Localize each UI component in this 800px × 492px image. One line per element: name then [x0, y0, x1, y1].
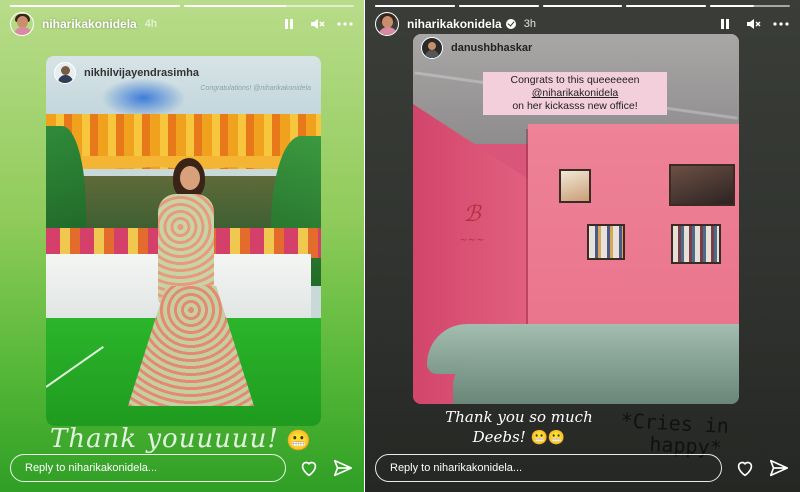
mute-icon[interactable] [744, 15, 762, 33]
shared-post-username[interactable]: danushbhaskar [451, 42, 532, 54]
story-caption: Thank you so much Deebs! 😬😬 [429, 407, 609, 448]
note-line-1: Congrats to this queeeeeen [510, 74, 640, 86]
caption-line-2: Deebs! 😬😬 [472, 428, 566, 446]
pause-icon[interactable] [280, 15, 298, 33]
caption-emoji: 😬 [286, 430, 311, 452]
shared-post-note: Congrats to this queeeeeen @niharikakoni… [483, 72, 667, 115]
username[interactable]: niharikakonidela [42, 17, 137, 31]
story-footer: Reply to niharikakonidela... [10, 453, 354, 483]
timestamp: 3h [523, 18, 536, 30]
note-line-3: on her kickasss new office! [512, 100, 638, 112]
wall-frame [671, 224, 721, 264]
avatar[interactable] [375, 12, 399, 36]
story-header: niharikakonidela 4h [10, 12, 354, 36]
more-icon[interactable] [772, 15, 790, 33]
send-icon[interactable] [768, 457, 790, 479]
shared-post[interactable]: nikhilvijayendrasimha Congratulations! @… [46, 56, 321, 426]
story-right[interactable]: niharikakonidela 3h ℬ ~~~ danushbhaskar … [365, 0, 800, 492]
heart-icon[interactable] [734, 457, 756, 479]
pause-icon[interactable] [716, 15, 734, 33]
story-caption: Thank youuuuu! [50, 424, 279, 454]
progress-segment-4 [626, 5, 707, 7]
verified-icon [505, 19, 516, 29]
shared-post-username[interactable]: nikhilvijayendrasimha [84, 67, 199, 79]
wall-frame [587, 224, 625, 260]
avatar[interactable] [10, 12, 34, 36]
timestamp: 4h [144, 18, 157, 30]
wall-frame [559, 169, 591, 203]
progress-segment-1 [375, 5, 455, 7]
mute-icon[interactable] [308, 15, 326, 33]
caption-emoji: 😬😬 [530, 430, 566, 446]
progress-segment-1 [10, 5, 180, 7]
shared-post-avatar[interactable] [54, 62, 76, 84]
shared-post-overlay-text: Congratulations! @niharikakonidela [200, 85, 311, 92]
story-left[interactable]: niharikakonidela 4h nikhilvijayendrasimh… [0, 0, 364, 492]
heart-icon[interactable] [298, 457, 320, 479]
person-face [180, 166, 200, 190]
sofa-seat [453, 356, 739, 404]
story-footer: Reply to niharikakonidela... [375, 453, 790, 483]
story-header: niharikakonidela 3h [375, 12, 790, 36]
username[interactable]: niharikakonidela [407, 17, 502, 31]
shared-post-header: danushbhaskar [413, 34, 739, 62]
shared-post-avatar[interactable] [421, 37, 443, 59]
wall-logo: ℬ ~~~ [459, 202, 485, 247]
reply-input[interactable]: Reply to niharikakonidela... [375, 454, 722, 482]
progress-segment-2 [184, 5, 354, 7]
caption-line-1: Thank you so much [445, 408, 593, 426]
more-icon[interactable] [336, 15, 354, 33]
wall-corner [526, 129, 528, 329]
progress-segment-5 [710, 5, 790, 7]
wall-frame [669, 164, 735, 206]
reply-input[interactable]: Reply to niharikakonidela... [10, 454, 286, 482]
shared-post[interactable]: ℬ ~~~ danushbhaskar Congrats to this quee… [413, 34, 739, 404]
note-mention[interactable]: @niharikakonidela [487, 87, 663, 100]
progress-segment-2 [458, 5, 539, 7]
progress-segment-3 [542, 5, 623, 7]
send-icon[interactable] [332, 457, 354, 479]
